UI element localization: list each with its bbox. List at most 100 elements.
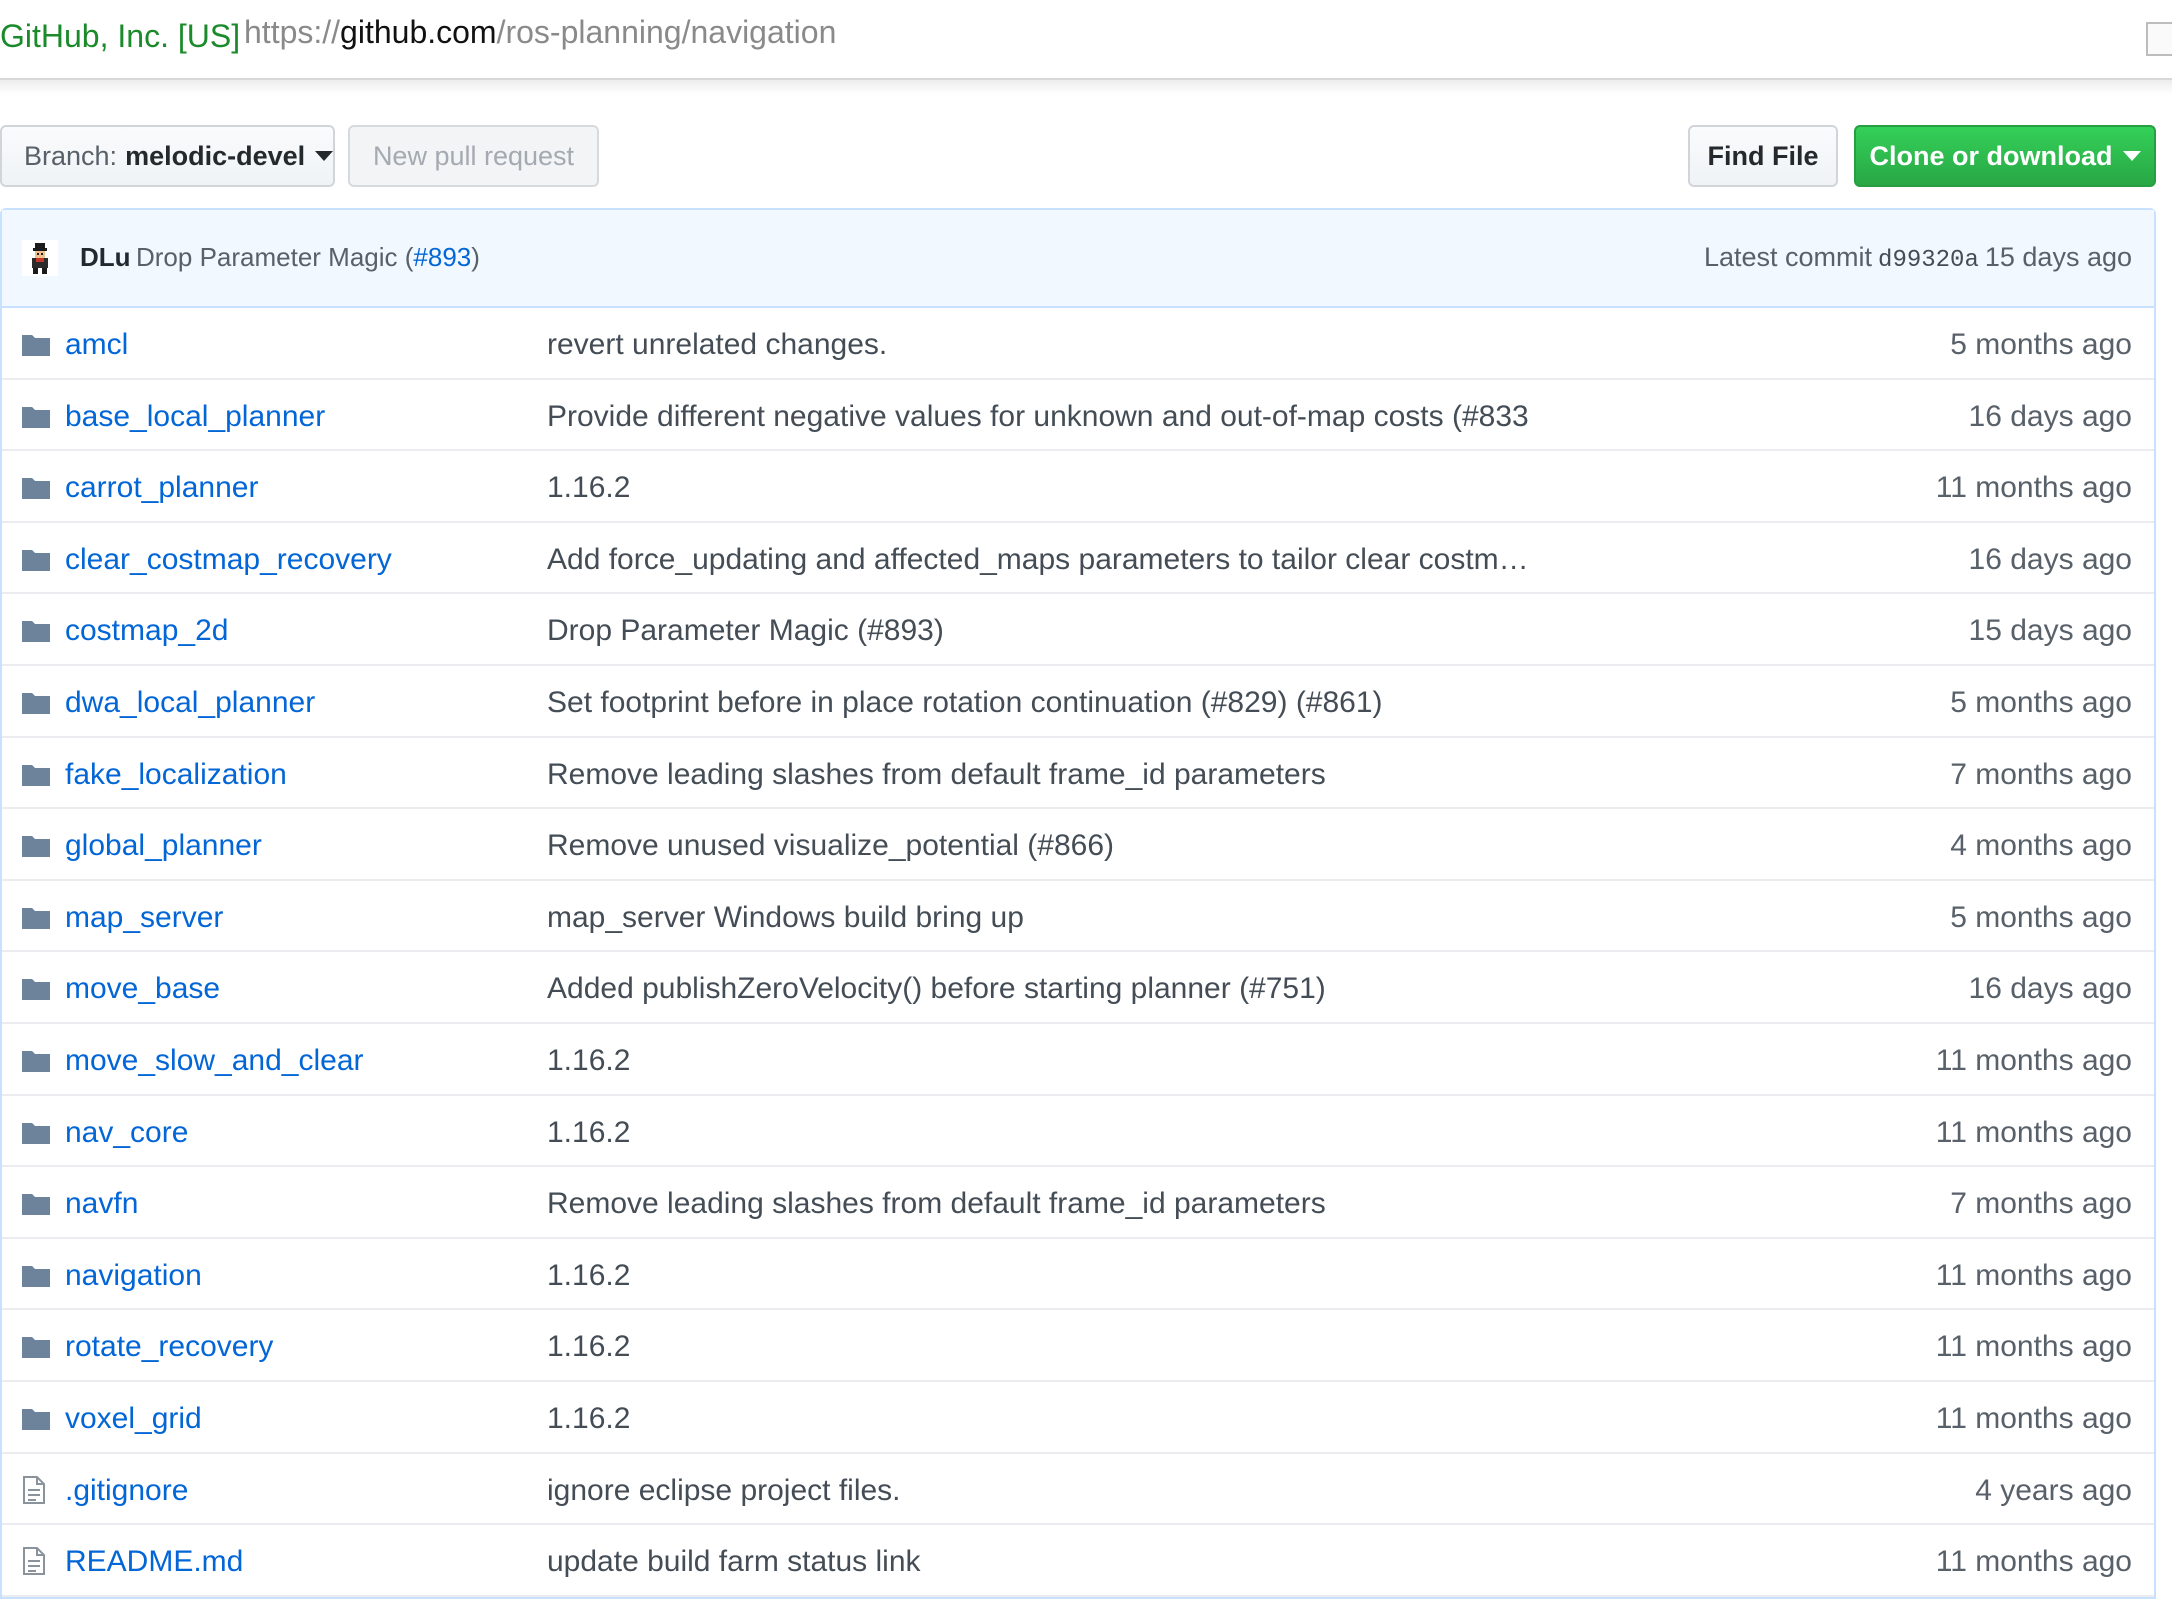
clone-or-download-button[interactable]: Clone or download: [1854, 125, 2156, 187]
commit-age: 11 months ago: [1935, 1043, 2132, 1077]
commit-message-text: Drop Parameter Magic (: [136, 242, 414, 272]
find-file-button[interactable]: Find File: [1688, 125, 1838, 187]
file-name-link[interactable]: clear_costmap_recovery: [65, 543, 392, 577]
address-bar[interactable]: GitHub, Inc. [US] https://github.com/ros…: [0, 0, 2172, 80]
avatar[interactable]: [22, 240, 58, 276]
certificate-label[interactable]: GitHub, Inc. [US]: [0, 18, 240, 55]
commit-pr-link[interactable]: #893: [413, 242, 471, 272]
file-name-link[interactable]: move_slow_and_clear: [65, 1044, 364, 1078]
file-icon: [22, 1475, 46, 1509]
table-row: global_planner Remove unused visualize_po…: [2, 809, 2154, 881]
commit-message-link[interactable]: Provide different negative values for un…: [547, 400, 1529, 434]
folder-icon: [22, 1334, 50, 1363]
file-name-link[interactable]: rotate_recovery: [65, 1330, 273, 1364]
folder-icon: [22, 404, 50, 433]
table-row: clear_costmap_recovery Add force_updating…: [2, 523, 2154, 595]
file-name-link[interactable]: costmap_2d: [65, 614, 228, 648]
file-name-link[interactable]: global_planner: [65, 829, 262, 863]
commit-message-link[interactable]: Add force_updating and affected_maps par…: [547, 543, 1529, 577]
table-row: move_slow_and_clear 1.16.2 11 months ago: [2, 1024, 2154, 1096]
commit-age: 11 months ago: [1935, 1258, 2132, 1292]
commit-age: 4 months ago: [1950, 829, 2132, 863]
commit-message-link[interactable]: Remove leading slashes from default fram…: [547, 1187, 1326, 1221]
folder-icon: [22, 618, 50, 647]
commit-age: 16 days ago: [1968, 542, 2132, 576]
folder-icon: [22, 976, 50, 1005]
commit-message-end: ): [471, 242, 480, 272]
file-name-link[interactable]: nav_core: [65, 1116, 188, 1150]
commit-message-link[interactable]: ignore eclipse project files.: [547, 1474, 901, 1508]
table-row: voxel_grid 1.16.2 11 months ago: [2, 1382, 2154, 1454]
table-row: fake_localization Remove leading slashes …: [2, 738, 2154, 810]
file-name-link[interactable]: move_base: [65, 972, 220, 1006]
table-row: README.md update build farm status link 11…: [2, 1525, 2154, 1597]
folder-icon: [22, 1263, 50, 1292]
file-name-link[interactable]: navfn: [65, 1187, 138, 1221]
latest-commit-bar: DLu Drop Parameter Magic (#893) Latest c…: [2, 210, 2154, 308]
commit-message-link[interactable]: Added publishZeroVelocity() before start…: [547, 972, 1326, 1006]
url-path: /ros-planning/navigation: [496, 14, 837, 50]
folder-icon: [22, 547, 50, 576]
file-name-link[interactable]: voxel_grid: [65, 1402, 202, 1436]
commit-message-link[interactable]: 1.16.2: [547, 1044, 630, 1078]
file-name-link[interactable]: map_server: [65, 901, 223, 935]
folder-icon: [22, 1191, 50, 1220]
commit-message-link[interactable]: 1.16.2: [547, 471, 630, 505]
latest-commit-label: Latest commit: [1703, 242, 1873, 272]
commit-message-link[interactable]: map_server Windows build bring up: [547, 901, 1024, 935]
table-row: map_server map_server Windows build bring…: [2, 881, 2154, 953]
commit-age: 15 days ago: [1968, 614, 2132, 648]
commit-message-link[interactable]: 1.16.2: [547, 1116, 630, 1150]
table-row: carrot_planner 1.16.2 11 months ago: [2, 451, 2154, 523]
commit-age: 16 days ago: [1968, 972, 2132, 1006]
commit-message-link[interactable]: revert unrelated changes.: [547, 328, 887, 362]
url-scheme: https://: [244, 14, 341, 50]
commit-message-link[interactable]: update build farm status link: [547, 1545, 921, 1579]
commit-age: 11 months ago: [1935, 1115, 2132, 1149]
file-name-link[interactable]: navigation: [65, 1259, 202, 1293]
url-field[interactable]: https://github.com/ros-planning/navigati…: [244, 14, 836, 51]
table-row: base_local_planner Provide different nega…: [2, 380, 2154, 452]
file-name-link[interactable]: README.md: [65, 1545, 243, 1579]
table-row: navfn Remove leading slashes from default…: [2, 1167, 2154, 1239]
commit-message-link[interactable]: Set footprint before in place rotation c…: [547, 686, 1383, 720]
reader-view-icon[interactable]: [2146, 22, 2172, 56]
folder-icon: [22, 1048, 50, 1077]
folder-icon: [22, 1406, 50, 1435]
commit-age: 4 years ago: [1975, 1473, 2132, 1507]
commit-author-link[interactable]: DLu: [80, 242, 131, 273]
commit-age: 5 months ago: [1950, 685, 2132, 719]
latest-commit-info: Latest commit d99320a 15 days ago: [1704, 242, 2132, 274]
file-name-link[interactable]: amcl: [65, 328, 128, 362]
file-name-link[interactable]: fake_localization: [65, 758, 287, 792]
table-row: amcl revert unrelated changes. 5 months ag…: [2, 308, 2154, 380]
commit-message[interactable]: Drop Parameter Magic (#893): [136, 242, 480, 273]
file-list: amcl revert unrelated changes. 5 months ag…: [2, 308, 2154, 1597]
folder-icon: [22, 833, 50, 862]
folder-icon: [22, 690, 50, 719]
commit-message-link[interactable]: Remove unused visualize_potential (#866): [547, 829, 1114, 863]
branch-select-button[interactable]: Branch: melodic-devel: [0, 125, 335, 187]
file-name-link[interactable]: carrot_planner: [65, 471, 258, 505]
chevron-down-icon: [315, 151, 334, 161]
folder-icon: [22, 475, 50, 504]
file-icon: [22, 1547, 46, 1580]
file-name-link[interactable]: base_local_planner: [65, 400, 325, 434]
table-row: costmap_2d Drop Parameter Magic (#893) 15 …: [2, 594, 2154, 666]
commit-message-link[interactable]: 1.16.2: [547, 1330, 630, 1364]
file-name-link[interactable]: dwa_local_planner: [65, 686, 315, 720]
commit-age: 7 months ago: [1950, 1187, 2132, 1221]
url-host: github.com: [340, 14, 497, 50]
clone-button-label: Clone or download: [1869, 140, 2113, 171]
commit-message-link[interactable]: 1.16.2: [547, 1259, 630, 1293]
branch-label: Branch:: [24, 140, 118, 171]
commit-message-link[interactable]: Remove leading slashes from default fram…: [547, 758, 1326, 792]
chevron-down-icon: [2122, 151, 2141, 161]
folder-icon: [22, 1120, 50, 1149]
commit-sha-link[interactable]: d99320a: [1878, 247, 1979, 274]
table-row: navigation 1.16.2 11 months ago: [2, 1239, 2154, 1311]
file-name-link[interactable]: .gitignore: [65, 1474, 188, 1508]
commit-message-link[interactable]: Drop Parameter Magic (#893): [547, 614, 944, 648]
new-pull-request-button[interactable]: New pull request: [348, 125, 599, 187]
commit-message-link[interactable]: 1.16.2: [547, 1402, 630, 1436]
